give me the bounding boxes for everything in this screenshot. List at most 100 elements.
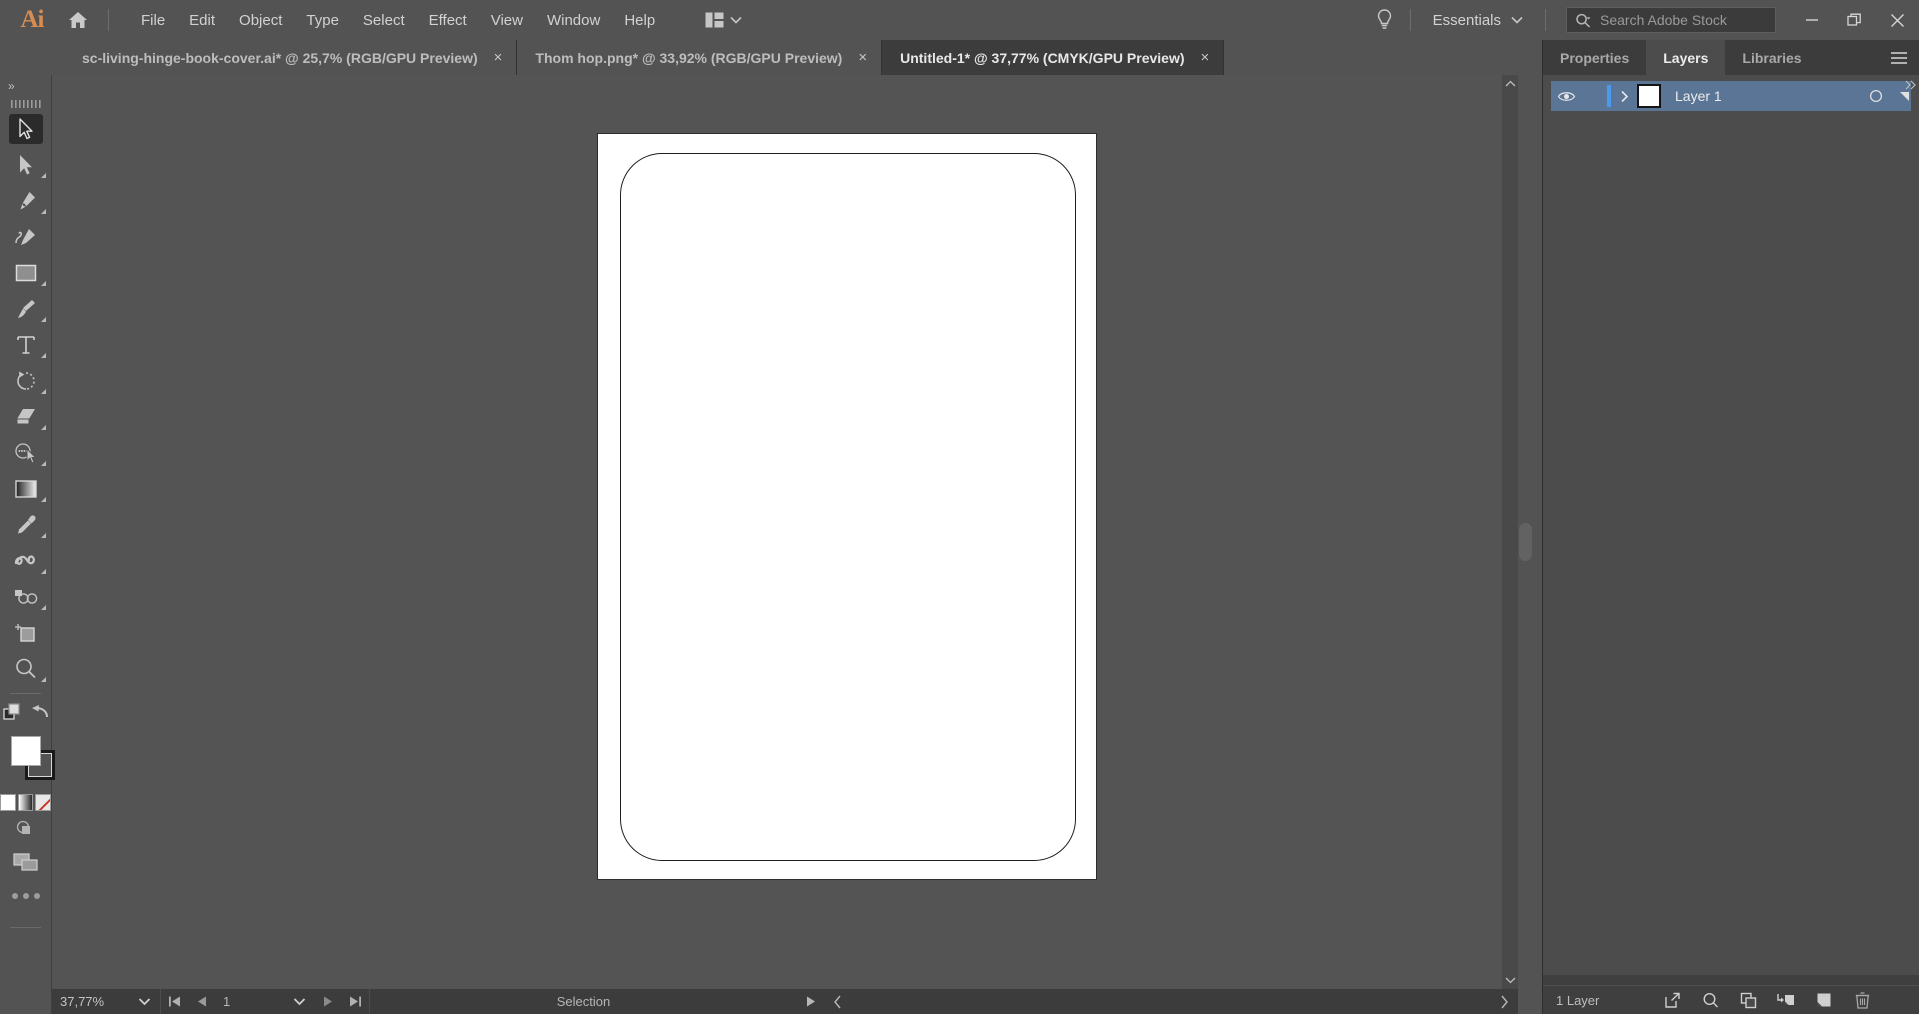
zoom-tool[interactable] xyxy=(0,651,52,687)
eyedropper-tool[interactable] xyxy=(0,507,52,543)
next-artboard-icon[interactable] xyxy=(315,989,342,1014)
tool-flyout-indicator[interactable] xyxy=(41,209,46,214)
gradient-mode-button[interactable] xyxy=(18,794,34,811)
menu-object[interactable]: Object xyxy=(227,6,294,35)
panel-collapse-handle[interactable] xyxy=(1519,523,1532,561)
arrange-documents-button[interactable] xyxy=(695,8,752,32)
swap-fill-stroke-icon[interactable] xyxy=(31,705,49,726)
menu-view[interactable]: View xyxy=(479,6,535,35)
tool-flyout-indicator[interactable] xyxy=(41,281,46,286)
rectangle-tool[interactable] xyxy=(0,255,52,291)
home-icon[interactable] xyxy=(56,0,100,40)
direct-selection-tool[interactable] xyxy=(0,147,52,183)
tab-close-icon[interactable]: × xyxy=(1201,49,1210,66)
document-tab-3[interactable]: Untitled-1* @ 37,77% (CMYK/GPU Preview) … xyxy=(882,40,1224,75)
paintbrush-tool[interactable] xyxy=(0,291,52,327)
chevron-left-icon[interactable] xyxy=(824,989,851,1014)
pen-tool[interactable] xyxy=(0,183,52,219)
first-artboard-icon[interactable] xyxy=(161,989,188,1014)
type-tool[interactable] xyxy=(0,327,52,363)
tool-flyout-indicator[interactable] xyxy=(41,425,46,430)
rotate-tool[interactable] xyxy=(0,363,52,399)
curvature-tool[interactable] xyxy=(0,219,52,255)
restore-icon[interactable] xyxy=(1833,0,1876,40)
none-mode-button[interactable] xyxy=(35,794,51,811)
tab-libraries[interactable]: Libraries xyxy=(1725,40,1818,75)
panel-menu-icon[interactable] xyxy=(1879,40,1919,75)
fill-swatch[interactable] xyxy=(11,736,41,766)
artboard[interactable] xyxy=(597,133,1097,880)
search-input[interactable]: Search Adobe Stock xyxy=(1566,7,1776,33)
tool-flyout-indicator[interactable] xyxy=(41,605,46,610)
canvas-area[interactable] xyxy=(52,75,1518,989)
zoom-dropdown-chevron[interactable] xyxy=(128,989,160,1014)
menu-type[interactable]: Type xyxy=(294,6,351,35)
shape-builder-tool[interactable] xyxy=(0,435,52,471)
minimize-icon[interactable] xyxy=(1790,0,1833,40)
menu-help[interactable]: Help xyxy=(612,6,667,35)
width-tool[interactable] xyxy=(0,543,52,579)
chevron-up-icon[interactable] xyxy=(1502,75,1518,93)
target-circle-icon[interactable] xyxy=(1857,89,1895,103)
menu-effect[interactable]: Effect xyxy=(417,6,479,35)
chevron-down-icon[interactable] xyxy=(1502,971,1518,989)
tab-close-icon[interactable]: × xyxy=(494,49,503,66)
panel-grip-chevron[interactable] xyxy=(1905,80,1917,93)
tool-flyout-indicator[interactable] xyxy=(41,497,46,502)
pen-nib-icon xyxy=(9,186,43,216)
tool-flyout-indicator[interactable] xyxy=(41,533,46,538)
tab-properties[interactable]: Properties xyxy=(1543,40,1646,75)
vertical-scrollbar[interactable] xyxy=(1502,75,1518,989)
tool-flyout-indicator[interactable] xyxy=(41,677,46,682)
zoom-level-field[interactable]: 37,77% xyxy=(52,989,128,1014)
layer-name[interactable]: Layer 1 xyxy=(1661,88,1857,104)
eraser-tool[interactable] xyxy=(0,399,52,435)
eye-icon[interactable] xyxy=(1551,90,1581,103)
tool-flyout-indicator[interactable] xyxy=(41,353,46,358)
prev-artboard-icon[interactable] xyxy=(188,989,215,1014)
tab-close-icon[interactable]: × xyxy=(858,49,867,66)
workspace-switcher[interactable]: Essentials xyxy=(1419,7,1537,34)
document-tab-2[interactable]: Thom hop.png* @ 33,92% (RGB/GPU Preview)… xyxy=(517,40,882,75)
menu-file[interactable]: File xyxy=(129,6,177,35)
drag-grip[interactable] xyxy=(0,97,51,111)
status-play-icon[interactable] xyxy=(797,989,824,1014)
artboard-tool[interactable] xyxy=(0,615,52,651)
menu-window[interactable]: Window xyxy=(535,6,612,35)
rounded-rectangle-path[interactable] xyxy=(620,153,1076,861)
draw-mode-button[interactable] xyxy=(0,811,51,845)
delete-layer-icon[interactable] xyxy=(1851,989,1873,1011)
chevron-right-icon[interactable] xyxy=(1611,90,1637,103)
tool-flyout-indicator[interactable] xyxy=(41,173,46,178)
tool-flyout-indicator[interactable] xyxy=(41,461,46,466)
locate-object-icon[interactable] xyxy=(1661,989,1683,1011)
default-fill-stroke-icon[interactable] xyxy=(3,703,22,727)
close-icon[interactable] xyxy=(1876,0,1919,40)
more-tools-ellipsis-icon[interactable] xyxy=(0,879,51,913)
current-tool-label[interactable]: Selection xyxy=(370,994,797,1009)
document-tab-1[interactable]: sc-living-hinge-book-cover.ai* @ 25,7% (… xyxy=(64,40,517,75)
chevron-right-icon[interactable] xyxy=(1491,989,1518,1014)
discover-bulb-icon[interactable] xyxy=(1368,8,1402,32)
menu-select[interactable]: Select xyxy=(351,6,417,35)
new-sublayer-icon[interactable] xyxy=(1737,989,1759,1011)
layer-row[interactable]: Layer 1 xyxy=(1551,81,1911,111)
toolbar-expand-button[interactable]: » xyxy=(0,75,51,97)
new-layer-icon[interactable] xyxy=(1813,989,1835,1011)
gradient-tool[interactable] xyxy=(0,471,52,507)
tool-flyout-indicator[interactable] xyxy=(41,317,46,322)
tab-layers[interactable]: Layers xyxy=(1646,40,1725,75)
tool-flyout-indicator[interactable] xyxy=(41,569,46,574)
last-artboard-icon[interactable] xyxy=(342,989,369,1014)
tool-flyout-indicator[interactable] xyxy=(41,389,46,394)
selection-tool[interactable] xyxy=(0,111,52,147)
artboard-number-field[interactable]: 1 xyxy=(215,989,283,1014)
screen-mode-button[interactable] xyxy=(0,845,51,879)
menu-edit[interactable]: Edit xyxy=(177,6,227,35)
artboard-dropdown-chevron[interactable] xyxy=(283,989,315,1014)
color-mode-button[interactable] xyxy=(0,794,16,811)
search-layer-icon[interactable] xyxy=(1699,989,1721,1011)
layers-list[interactable]: Layer 1 xyxy=(1543,75,1919,975)
collect-in-new-layer-icon[interactable] xyxy=(1775,989,1797,1011)
free-transform-tool[interactable] xyxy=(0,579,52,615)
